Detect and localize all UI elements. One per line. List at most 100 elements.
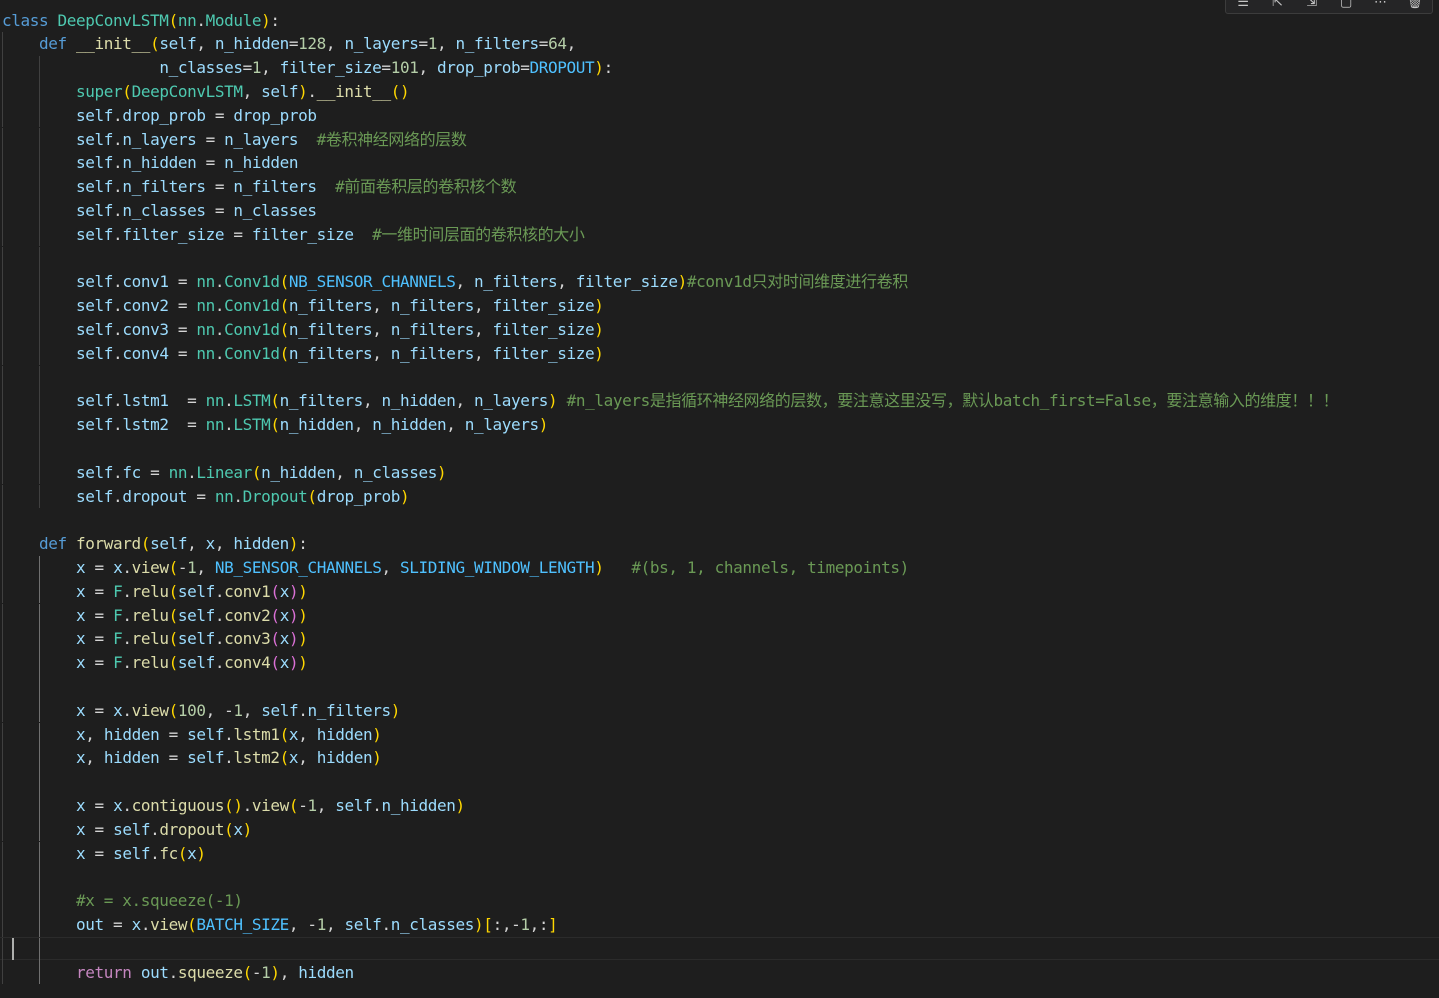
code-token: drop_prob xyxy=(233,105,317,125)
code-token: #conv1d只对时间维度进行卷积 xyxy=(686,272,908,292)
code-token: = xyxy=(85,819,114,839)
code-token: . xyxy=(113,415,123,435)
code-token: n_layers xyxy=(474,391,549,411)
code-text: self.conv4 = nn.Conv1d(n_filters, n_filt… xyxy=(2,342,604,366)
code-line xyxy=(0,865,1439,890)
code-token: , xyxy=(501,914,512,934)
code-token: conv1 xyxy=(224,581,271,601)
code-token: self xyxy=(76,272,114,292)
code-token: self xyxy=(76,486,114,506)
code-line: self.n_layers = n_layers #卷积神经网络的层数 xyxy=(0,127,1439,152)
code-text: x = x.view(100, -1, self.n_filters) xyxy=(2,699,400,723)
code-token: conv1 xyxy=(122,272,169,292)
code-token: ) xyxy=(298,653,308,673)
code-token: ) xyxy=(242,819,253,839)
code-text: self.dropout = nn.Dropout(drop_prob) xyxy=(2,485,410,509)
code-token: ) xyxy=(196,843,206,863)
code-token: = xyxy=(168,415,206,435)
code-token: self xyxy=(76,462,114,482)
code-token: x xyxy=(205,534,216,554)
code-text: x = F.relu(self.conv1(x)) xyxy=(2,580,308,604)
code-token: . xyxy=(307,81,317,101)
indent-guide xyxy=(2,865,3,890)
code-token: SLIDING_WINDOW_LENGTH xyxy=(400,557,595,577)
code-editor[interactable]: class DeepConvLSTM(nn.Module): def __ini… xyxy=(0,0,1439,998)
code-token: ( xyxy=(270,581,280,601)
code-token: 1 xyxy=(233,700,243,720)
delete-icon[interactable]: 🗑 xyxy=(1406,0,1424,12)
code-token: . xyxy=(113,391,123,411)
code-token: . xyxy=(113,486,123,506)
code-token: lstm2 xyxy=(122,415,169,435)
code-token: conv3 xyxy=(224,629,271,649)
code-token: Conv1d xyxy=(224,319,280,339)
code-token: , xyxy=(418,58,437,78)
code-token: x xyxy=(76,700,86,720)
code-token: dropout xyxy=(122,486,188,506)
code-token: ( xyxy=(279,296,290,316)
code-text: def __init__(self, n_hidden=128, n_layer… xyxy=(2,32,576,56)
code-text: x = F.relu(self.conv2(x)) xyxy=(2,604,308,628)
code-token: . xyxy=(224,391,234,411)
code-token: self xyxy=(177,629,215,649)
code-token: . xyxy=(122,700,132,720)
code-token: ) xyxy=(538,415,549,435)
cell-toolbar: ☰ ⇱ ⇲ ▢ ⋯ 🗑 xyxy=(1225,0,1433,14)
code-token: self xyxy=(76,177,114,197)
code-line: self.lstm1 = nn.LSTM(n_filters, n_hidden… xyxy=(0,389,1439,414)
code-line: x = F.relu(self.conv3(x)) xyxy=(0,627,1439,652)
code-token: filter_size xyxy=(279,58,382,78)
code-token: nn xyxy=(177,10,197,30)
code-token: ( xyxy=(279,272,290,292)
code-text: return out.squeeze(-1), hidden xyxy=(2,961,354,985)
code-token: nn xyxy=(196,296,215,316)
code-token: lstm1 xyxy=(233,724,280,744)
execute-above-icon[interactable]: ⇱ xyxy=(1268,0,1286,12)
code-token: x xyxy=(76,795,86,815)
code-token: ( xyxy=(140,534,151,554)
code-token: self xyxy=(76,319,114,339)
code-token: self xyxy=(159,34,197,54)
code-token: , xyxy=(353,415,373,435)
code-token: , xyxy=(85,724,104,744)
indent-guide xyxy=(2,436,3,461)
code-token: ) xyxy=(298,605,308,625)
code-token: relu xyxy=(131,629,169,649)
code-text: x, hidden = self.lstm2(x, hidden) xyxy=(2,746,382,770)
code-token: __init__ xyxy=(76,34,151,54)
code-token: Dropout xyxy=(242,486,308,506)
code-token: . xyxy=(122,605,132,625)
code-token: DeepConvLSTM xyxy=(57,10,169,30)
execute-below-icon[interactable]: ⇲ xyxy=(1303,0,1321,12)
code-token: , xyxy=(529,914,540,934)
split-cell-icon[interactable]: ▢ xyxy=(1337,0,1355,12)
code-token: , xyxy=(325,34,345,54)
code-token: self xyxy=(76,153,114,173)
code-token: self xyxy=(177,581,215,601)
code-token: . xyxy=(150,819,160,839)
code-token: NB_SENSOR_CHANNELS xyxy=(214,557,382,577)
code-token: #x = x.squeeze(-1) xyxy=(76,891,243,911)
code-token: conv4 xyxy=(224,653,271,673)
code-token: ) xyxy=(594,319,604,339)
run-by-line-icon[interactable]: ☰ xyxy=(1234,0,1252,12)
code-token: . xyxy=(113,462,123,482)
code-token: ) xyxy=(399,486,410,506)
code-token: n_filters xyxy=(233,177,317,197)
more-icon[interactable]: ⋯ xyxy=(1371,0,1389,12)
indent-guide xyxy=(2,937,3,962)
code-token: n_classes xyxy=(353,462,438,482)
code-token: , xyxy=(372,343,391,363)
code-token: . xyxy=(196,10,206,30)
code-token: ( xyxy=(150,34,160,54)
code-token: squeeze xyxy=(177,962,243,982)
indent-guide xyxy=(38,365,40,390)
code-token: n_hidden xyxy=(261,462,336,482)
code-token: #前面卷积层的卷积核个数 xyxy=(335,177,517,197)
code-token: ) xyxy=(298,629,308,649)
code-token: n_hidden xyxy=(372,415,447,435)
